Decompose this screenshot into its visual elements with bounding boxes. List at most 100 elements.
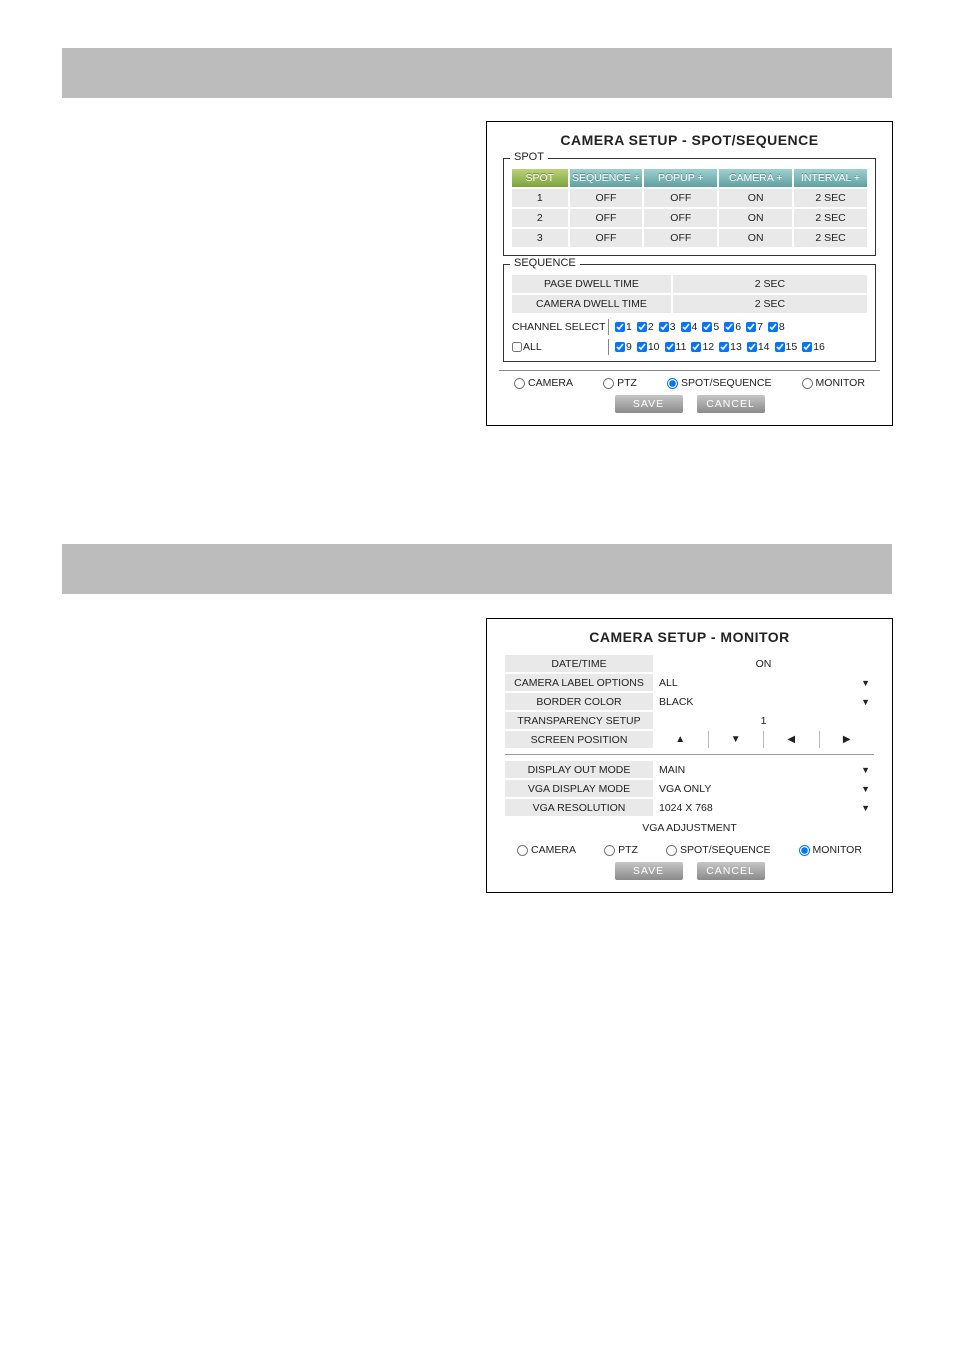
cell[interactable]: 2 SEC: [794, 189, 867, 207]
screen-position-arrows: ▲ ▼ ◀ ▶: [653, 731, 874, 748]
channel-list-1-8: 1 2 3 4 5 6 7 8: [609, 321, 869, 333]
cell[interactable]: OFF: [570, 189, 643, 207]
arrow-up-button[interactable]: ▲: [653, 731, 708, 748]
transparency-value[interactable]: 1: [653, 712, 874, 729]
channel-checkbox[interactable]: 14: [747, 341, 770, 353]
sequence-fieldset: SEQUENCE PAGE DWELL TIME 2 SEC CAMERA DW…: [503, 264, 876, 362]
cell[interactable]: 2 SEC: [794, 209, 867, 227]
cell[interactable]: ON: [719, 189, 792, 207]
channel-checkbox[interactable]: 16: [802, 341, 825, 353]
arrow-right-button[interactable]: ▶: [819, 731, 875, 748]
tab-monitor[interactable]: MONITOR: [802, 377, 865, 389]
all-checkbox[interactable]: ALL: [512, 341, 542, 353]
save-button[interactable]: SAVE: [615, 862, 683, 880]
channel-checkbox[interactable]: 5: [702, 321, 719, 333]
camera-dwell-label: CAMERA DWELL TIME: [512, 295, 671, 313]
page-dwell-label: PAGE DWELL TIME: [512, 275, 671, 293]
cell[interactable]: OFF: [570, 229, 643, 247]
cancel-button[interactable]: CANCEL: [697, 862, 765, 880]
channel-list-9-16: 9 10 11 12 13 14 15 16: [609, 341, 869, 353]
channel-checkbox[interactable]: 4: [681, 321, 698, 333]
separator: [505, 754, 874, 755]
tab-camera[interactable]: CAMERA: [514, 377, 573, 389]
channel-checkbox[interactable]: 3: [659, 321, 676, 333]
col-sequence[interactable]: SEQUENCE +: [570, 169, 643, 187]
screen-position-label: SCREEN POSITION: [505, 731, 653, 748]
channel-select-row: CHANNEL SELECT 1 2 3 4 5 6 7 8: [510, 319, 869, 335]
table-row: 1 OFF OFF ON 2 SEC: [512, 189, 867, 207]
camera-setup-spot-sequence-panel: CAMERA SETUP - SPOT/SEQUENCE SPOT SPOT S…: [486, 121, 893, 426]
vga-resolution-label: VGA RESOLUTION: [505, 799, 653, 816]
channel-checkbox[interactable]: 10: [637, 341, 660, 353]
chevron-down-icon: ▼: [861, 697, 870, 707]
row-screen-position: SCREEN POSITION ▲ ▼ ◀ ▶: [505, 731, 874, 748]
channel-checkbox[interactable]: 8: [768, 321, 785, 333]
channel-checkbox[interactable]: 15: [775, 341, 798, 353]
row-camera-label-options: CAMERA LABEL OPTIONS ALL▼: [505, 674, 874, 691]
channel-checkbox[interactable]: 11: [665, 341, 687, 353]
table-row: 2 OFF OFF ON 2 SEC: [512, 209, 867, 227]
channel-checkbox[interactable]: 13: [719, 341, 742, 353]
channel-checkbox[interactable]: 7: [746, 321, 763, 333]
cell[interactable]: OFF: [644, 189, 717, 207]
vga-resolution-select[interactable]: 1024 X 768▼: [653, 799, 874, 816]
chevron-down-icon: ▼: [861, 765, 870, 775]
channel-select-label: CHANNEL SELECT: [510, 319, 609, 335]
cell: 2: [512, 209, 568, 227]
tab-radio-row: CAMERA PTZ SPOT/SEQUENCE MONITOR: [499, 370, 880, 389]
section-bar-2: [62, 544, 892, 594]
section-bar-1: [62, 48, 892, 98]
dwell-table: PAGE DWELL TIME 2 SEC CAMERA DWELL TIME …: [510, 273, 869, 315]
col-camera[interactable]: CAMERA +: [719, 169, 792, 187]
cancel-button[interactable]: CANCEL: [697, 395, 765, 413]
tab-spot-sequence[interactable]: SPOT/SEQUENCE: [667, 377, 771, 389]
channel-checkbox[interactable]: 12: [691, 341, 714, 353]
cell[interactable]: OFF: [570, 209, 643, 227]
camera-dwell-value[interactable]: 2 SEC: [673, 295, 867, 313]
row-vga-resolution: VGA RESOLUTION 1024 X 768▼: [505, 799, 874, 816]
channel-all-row: ALL 9 10 11 12 13 14 15 16: [510, 339, 869, 355]
cell: 1: [512, 189, 568, 207]
tab-monitor[interactable]: MONITOR: [799, 844, 862, 856]
cell[interactable]: ON: [719, 229, 792, 247]
date-time-value[interactable]: ON: [653, 655, 874, 672]
camera-setup-monitor-panel: CAMERA SETUP - MONITOR DATE/TIME ON CAME…: [486, 618, 893, 893]
save-button[interactable]: SAVE: [615, 395, 683, 413]
cell[interactable]: ON: [719, 209, 792, 227]
border-color-label: BORDER COLOR: [505, 693, 653, 710]
row-border-color: BORDER COLOR BLACK▼: [505, 693, 874, 710]
panel-title: CAMERA SETUP - SPOT/SEQUENCE: [495, 132, 884, 148]
sequence-legend: SEQUENCE: [510, 257, 580, 269]
chevron-down-icon: ▼: [861, 784, 870, 794]
spot-table: SPOT SEQUENCE + POPUP + CAMERA + INTERVA…: [510, 167, 869, 249]
col-interval[interactable]: INTERVAL +: [794, 169, 867, 187]
border-color-select[interactable]: BLACK▼: [653, 693, 874, 710]
arrow-down-button[interactable]: ▼: [708, 731, 764, 748]
chevron-down-icon: ▼: [861, 678, 870, 688]
channel-checkbox[interactable]: 1: [615, 321, 632, 333]
tab-ptz[interactable]: PTZ: [603, 377, 637, 389]
cell[interactable]: OFF: [644, 209, 717, 227]
cell[interactable]: 2 SEC: [794, 229, 867, 247]
camera-label-options-select[interactable]: ALL▼: [653, 674, 874, 691]
tab-camera[interactable]: CAMERA: [517, 844, 576, 856]
spot-legend: SPOT: [510, 151, 548, 163]
vga-display-mode-select[interactable]: VGA ONLY▼: [653, 780, 874, 797]
transparency-label: TRANSPARENCY SETUP: [505, 712, 653, 729]
channel-checkbox[interactable]: 2: [637, 321, 654, 333]
col-popup[interactable]: POPUP +: [644, 169, 717, 187]
tab-ptz[interactable]: PTZ: [604, 844, 638, 856]
cell[interactable]: OFF: [644, 229, 717, 247]
channel-checkbox[interactable]: 9: [615, 341, 632, 353]
tab-spot-sequence[interactable]: SPOT/SEQUENCE: [666, 844, 770, 856]
display-out-mode-select[interactable]: MAIN▼: [653, 761, 874, 778]
tab-radio-row: CAMERA PTZ SPOT/SEQUENCE MONITOR: [503, 844, 876, 856]
channel-checkbox[interactable]: 6: [724, 321, 741, 333]
row-display-out-mode: DISPLAY OUT MODE MAIN▼: [505, 761, 874, 778]
arrow-left-button[interactable]: ◀: [763, 731, 819, 748]
table-row: 3 OFF OFF ON 2 SEC: [512, 229, 867, 247]
vga-adjustment-button[interactable]: VGA ADJUSTMENT: [495, 822, 884, 834]
display-out-mode-label: DISPLAY OUT MODE: [505, 761, 653, 778]
page-dwell-value[interactable]: 2 SEC: [673, 275, 867, 293]
panel-title: CAMERA SETUP - MONITOR: [495, 629, 884, 645]
